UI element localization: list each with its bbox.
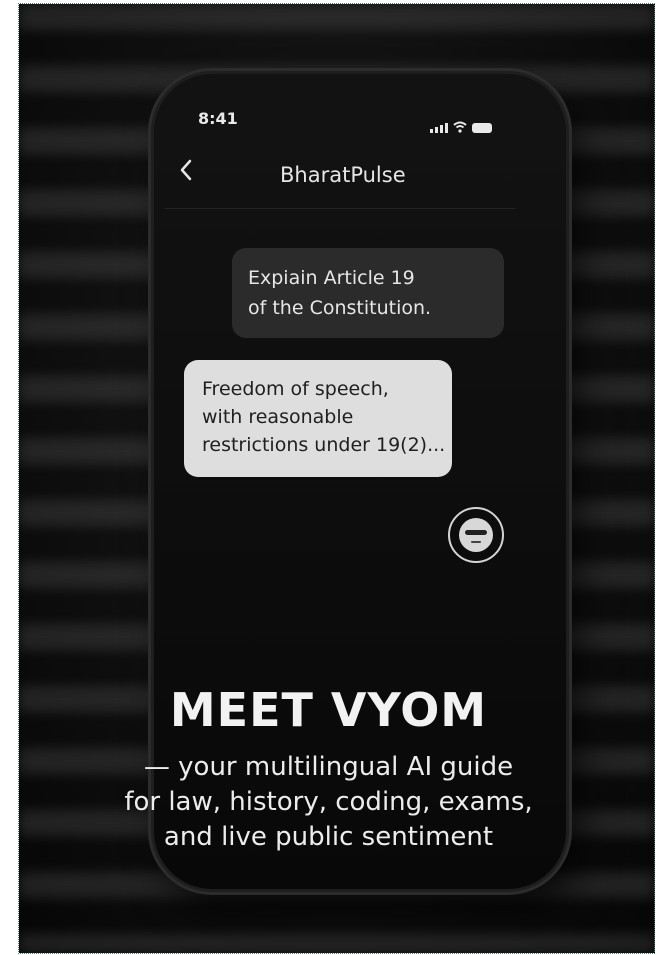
wifi-icon — [453, 121, 467, 133]
bot-message-line: with reasonable — [202, 406, 354, 428]
chevron-left-icon[interactable] — [176, 156, 198, 184]
user-message-bubble: Expiain Article 19 of the Constitution. — [232, 248, 504, 338]
bot-avatar-button[interactable] — [448, 507, 504, 563]
status-icons — [430, 121, 492, 133]
bot-message-line: Freedom of speech, — [202, 378, 389, 400]
bot-message-line: restrictions under 19(2)... — [202, 434, 446, 456]
header-divider — [165, 208, 515, 209]
status-time: 8:41 — [198, 109, 238, 128]
promo-subtitle-line: — your multilingual AI guide — [143, 752, 514, 782]
bot-face-icon — [459, 518, 493, 552]
promo-headline: MEET VYOM — [169, 683, 488, 737]
promo-subtitle-line: for law, history, coding, exams, — [124, 787, 533, 817]
battery-icon — [472, 123, 492, 133]
user-message-line: of the Constitution. — [248, 297, 432, 319]
promo-subtitle: — your multilingual AI guide for law, hi… — [0, 750, 657, 855]
app-title: BharatPulse — [280, 163, 406, 187]
bot-message-bubble: Freedom of speech, with reasonable restr… — [184, 360, 452, 477]
user-message-line: Expiain Article 19 — [248, 267, 415, 289]
promo-subtitle-line: and live public sentiment — [163, 822, 494, 852]
signal-icon — [430, 123, 448, 133]
